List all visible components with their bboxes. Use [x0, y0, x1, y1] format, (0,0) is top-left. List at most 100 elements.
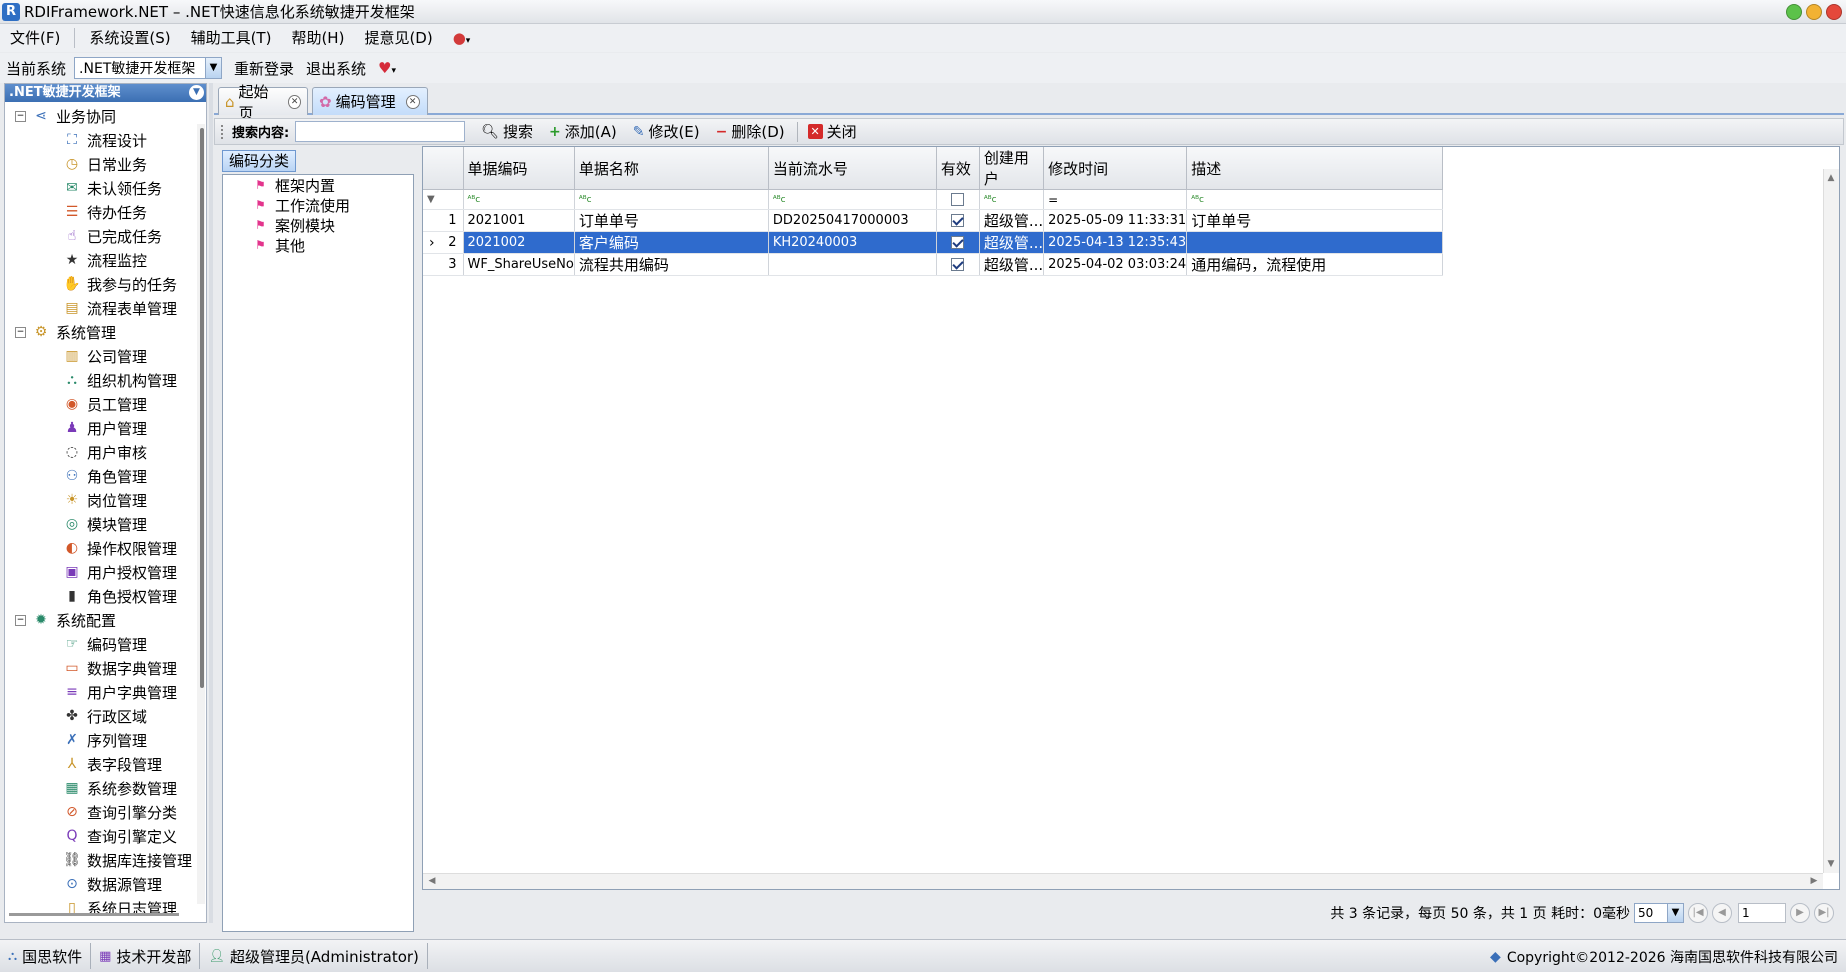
- panel-splitter[interactable]: [209, 83, 213, 923]
- filter-cell[interactable]: [936, 189, 980, 210]
- tree-item[interactable]: ◷ 日常业务: [5, 152, 206, 176]
- category-item[interactable]: ⚑ 其他: [223, 235, 413, 255]
- collapse-icon[interactable]: ▼: [189, 85, 204, 100]
- close-window-button[interactable]: [1826, 4, 1842, 20]
- tree-item[interactable]: ⅄ 表字段管理: [5, 752, 206, 776]
- scroll-left-icon[interactable]: ◀: [425, 874, 439, 888]
- cell-creator[interactable]: 超级管...: [979, 231, 1045, 254]
- cell-valid[interactable]: [936, 253, 980, 276]
- cell-code[interactable]: WF_ShareUseNo: [463, 253, 575, 276]
- cell-modified[interactable]: 2025-05-09 11:33:31: [1043, 209, 1188, 232]
- filter-cell[interactable]: ᴬᴮc: [463, 189, 575, 210]
- last-page-button[interactable]: ▶|: [1814, 903, 1834, 923]
- row-number[interactable]: › 2: [423, 231, 464, 254]
- skin-dropdown[interactable]: ●▾: [443, 26, 481, 50]
- tree-item[interactable]: ▥ 公司管理: [5, 344, 206, 368]
- collapse-toggle-icon[interactable]: −: [15, 614, 26, 626]
- toolbar-grip[interactable]: [221, 124, 224, 139]
- delete-button[interactable]: − 删除(D): [716, 121, 785, 142]
- tree-item[interactable]: ▯ 系统日志管理: [5, 896, 206, 920]
- category-item[interactable]: ⚑ 工作流使用: [223, 195, 413, 215]
- relogin-button[interactable]: 重新登录: [234, 58, 294, 79]
- tree-item[interactable]: ☞ 编码管理: [5, 632, 206, 656]
- cell-name[interactable]: 流程共用编码: [574, 253, 769, 276]
- tree-item[interactable]: ⛬ 组织机构管理: [5, 368, 206, 392]
- tree-item[interactable]: ◌ 用户审核: [5, 440, 206, 464]
- filter-checkbox[interactable]: [951, 193, 965, 206]
- filter-cell[interactable]: ᴬᴮc: [979, 189, 1045, 210]
- menu-feedback[interactable]: 提意见(D): [354, 26, 442, 50]
- tree-item[interactable]: ◉ 员工管理: [5, 392, 206, 416]
- cell-modified[interactable]: 2025-04-13 12:35:43: [1043, 231, 1188, 254]
- cell-valid[interactable]: [936, 209, 980, 232]
- table-row[interactable]: 1 2021001 订单单号 DD20250417000003 超级管... 2025-0…: [423, 209, 1444, 232]
- valid-checkbox[interactable]: [951, 214, 965, 227]
- category-item[interactable]: ⚑ 案例模块: [223, 215, 413, 235]
- tree-item[interactable]: ✋ 我参与的任务: [5, 272, 206, 296]
- tree-item[interactable]: ☝ 已完成任务: [5, 224, 206, 248]
- column-header[interactable]: 修改时间: [1043, 147, 1188, 190]
- menu-help[interactable]: 帮助(H): [281, 26, 354, 50]
- category-item[interactable]: ⚑ 框架内置: [223, 175, 413, 195]
- cell-code[interactable]: 2021001: [463, 209, 575, 232]
- search-input[interactable]: [295, 121, 466, 142]
- row-number[interactable]: 3: [423, 253, 464, 276]
- tree-item[interactable]: ✤ 行政区域: [5, 704, 206, 728]
- collapse-toggle-icon[interactable]: −: [15, 110, 26, 122]
- tree-item[interactable]: ▦ 系统参数管理: [5, 776, 206, 800]
- cell-creator[interactable]: 超级管...: [979, 209, 1045, 232]
- cell-serial[interactable]: DD20250417000003: [768, 209, 937, 232]
- scroll-up-icon[interactable]: ▲: [1824, 171, 1838, 185]
- tree-group[interactable]: − ⚙ 系统管理: [5, 320, 206, 344]
- tree-item[interactable]: ☀ 岗位管理: [5, 488, 206, 512]
- close-icon[interactable]: ✕: [288, 94, 301, 109]
- collapse-toggle-icon[interactable]: −: [15, 326, 26, 338]
- table-row[interactable]: 3 WF_ShareUseNo 流程共用编码 超级管... 2025-04-02 03:…: [423, 253, 1444, 276]
- cell-valid[interactable]: [936, 231, 980, 254]
- grid-horizontal-scrollbar[interactable]: ◀ ▶: [423, 873, 1823, 889]
- favorite-dropdown[interactable]: ♥▾: [378, 59, 396, 77]
- cell-modified[interactable]: 2025-04-02 03:03:24: [1043, 253, 1188, 276]
- logout-button[interactable]: 退出系统: [306, 58, 366, 79]
- tree-item[interactable]: ◎ 模块管理: [5, 512, 206, 536]
- column-header[interactable]: 创建用户: [979, 147, 1045, 190]
- navigation-hscrollbar[interactable]: [9, 913, 179, 916]
- tree-item[interactable]: ✗ 序列管理: [5, 728, 206, 752]
- cell-description[interactable]: 订单单号: [1186, 209, 1444, 232]
- tree-item[interactable]: ▭ 数据字典管理: [5, 656, 206, 680]
- tab-coding-management[interactable]: ✿ 编码管理 ✕: [312, 87, 428, 115]
- tree-item[interactable]: ▮ 角色授权管理: [5, 584, 206, 608]
- prev-page-button[interactable]: ◀: [1712, 903, 1732, 923]
- tree-item[interactable]: ☰ 待办任务: [5, 200, 206, 224]
- edit-button[interactable]: ✎ 修改(E): [633, 121, 700, 142]
- column-header[interactable]: 有效: [936, 147, 980, 190]
- cell-creator[interactable]: 超级管...: [979, 253, 1045, 276]
- menu-file[interactable]: 文件(F): [0, 26, 70, 50]
- tab-home[interactable]: ⌂ 起始页 ✕: [218, 83, 308, 122]
- tree-item[interactable]: ▣ 用户授权管理: [5, 560, 206, 584]
- grid-vertical-scrollbar[interactable]: ▲ ▼: [1823, 169, 1839, 873]
- navigation-scrollbar-thumb[interactable]: [200, 128, 204, 688]
- tree-item[interactable]: Q 查询引擎定义: [5, 824, 206, 848]
- cell-name[interactable]: 客户编码: [574, 231, 769, 254]
- close-icon[interactable]: ✕: [405, 94, 420, 109]
- close-button[interactable]: ✕ 关闭: [807, 121, 857, 142]
- tree-item[interactable]: ✉ 未认领任务: [5, 176, 206, 200]
- filter-cell[interactable]: ᴬᴮc: [768, 189, 937, 210]
- column-header[interactable]: 单据名称: [574, 147, 769, 190]
- cell-code[interactable]: 2021002: [463, 231, 575, 254]
- cell-description[interactable]: 通用编码，流程使用: [1186, 253, 1444, 276]
- system-select[interactable]: .NET敏捷开发框架 ▼: [74, 57, 223, 79]
- tree-item[interactable]: ▤ 流程表单管理: [5, 296, 206, 320]
- cell-description[interactable]: [1186, 231, 1444, 254]
- column-header[interactable]: 描述: [1186, 147, 1444, 190]
- valid-checkbox[interactable]: [951, 236, 965, 249]
- filter-cell[interactable]: =: [1043, 189, 1188, 210]
- column-header[interactable]: 当前流水号: [768, 147, 937, 190]
- tree-item[interactable]: ⛓ 数据库连接管理: [5, 848, 206, 872]
- tree-item[interactable]: ⚇ 角色管理: [5, 464, 206, 488]
- cell-name[interactable]: 订单单号: [574, 209, 769, 232]
- table-row[interactable]: › 2 2021002 客户编码 KH20240003 超级管... 2025-04-13 …: [423, 231, 1444, 254]
- tree-item[interactable]: ♟ 用户管理: [5, 416, 206, 440]
- scroll-right-icon[interactable]: ▶: [1807, 874, 1821, 888]
